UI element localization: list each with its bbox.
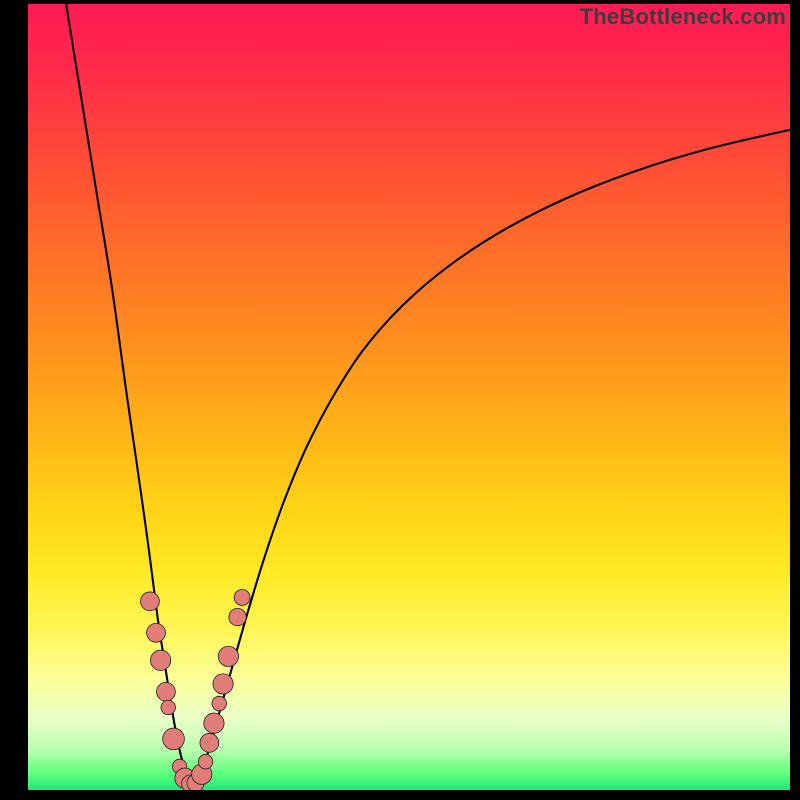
data-marker bbox=[157, 682, 176, 701]
data-marker bbox=[198, 754, 212, 768]
data-marker bbox=[204, 713, 224, 733]
data-marker bbox=[200, 733, 219, 752]
curve-left-branch bbox=[66, 4, 193, 786]
watermark-text: TheBottleneck.com bbox=[580, 4, 786, 30]
data-marker bbox=[212, 696, 226, 710]
curve-right-branch bbox=[193, 130, 790, 786]
data-marker bbox=[213, 674, 233, 694]
data-marker bbox=[161, 700, 175, 714]
data-marker bbox=[163, 728, 185, 750]
chart-svg bbox=[28, 4, 790, 790]
data-marker bbox=[229, 608, 246, 625]
data-marker bbox=[234, 589, 250, 605]
data-marker bbox=[218, 646, 238, 666]
data-marker bbox=[147, 623, 166, 642]
plot-area bbox=[28, 4, 790, 790]
data-marker bbox=[141, 592, 160, 611]
data-marker bbox=[150, 650, 170, 670]
chart-frame: TheBottleneck.com bbox=[0, 0, 800, 800]
